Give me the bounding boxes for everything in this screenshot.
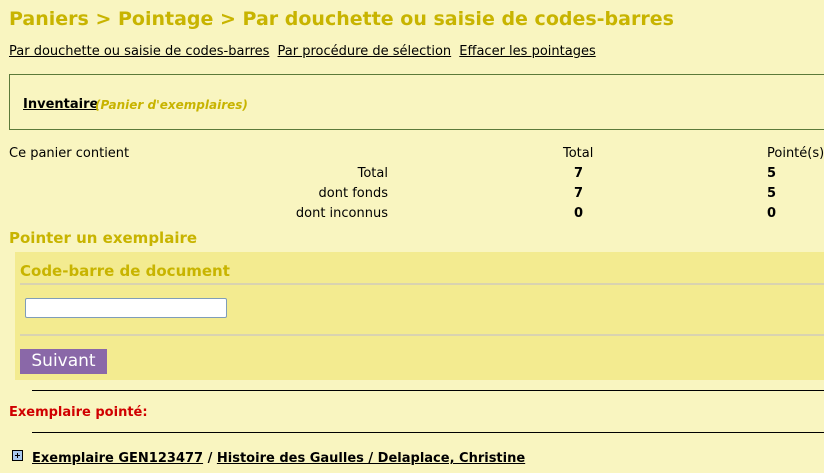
expand-plus-icon[interactable]	[12, 450, 23, 461]
pointer-section-title: Pointer un exemplaire	[9, 229, 198, 247]
link-effacer-pointages[interactable]: Effacer les pointages	[459, 44, 595, 59]
item-separator: /	[207, 451, 213, 466]
panier-name-link[interactable]: Inventaire	[23, 97, 98, 112]
stats-row-total: 7	[574, 186, 584, 201]
barcode-input[interactable]	[25, 298, 227, 318]
separator-line	[32, 390, 824, 391]
stats-header-pointes: Pointé(s)	[767, 146, 824, 161]
stats-row-pointes: 5	[767, 186, 777, 201]
stats-row-pointes: 5	[767, 166, 777, 181]
suivant-button[interactable]: Suivant	[20, 349, 107, 374]
separator-line	[32, 432, 824, 433]
stats-row-label: Total	[357, 166, 388, 181]
pointage-mode-links: Par douchette ou saisie de codes-barres …	[9, 44, 600, 59]
pointer-form: Code-barre de document Suivant	[15, 252, 824, 380]
notice-link[interactable]: Histoire des Gaulles / Delaplace, Christ…	[217, 451, 525, 466]
stats-row-total: 7	[574, 166, 584, 181]
page-title: Paniers > Pointage > Par douchette ou sa…	[9, 8, 674, 30]
item-link[interactable]: Exemplaire GEN123477	[32, 451, 203, 466]
stats-header-total: Total	[563, 146, 594, 161]
pointed-item-label: Exemplaire pointé:	[9, 405, 148, 420]
stats-row-total: 0	[574, 206, 584, 221]
stats-row-pointes: 0	[767, 206, 777, 221]
stats-row-label: dont fonds	[318, 186, 388, 201]
stats-intro: Ce panier contient	[9, 146, 130, 161]
panier-type: (Panier d'exemplaires)	[95, 98, 248, 112]
form-divider	[20, 283, 824, 285]
link-procedure-selection[interactable]: Par procédure de sélection	[278, 44, 452, 59]
link-douchette[interactable]: Par douchette ou saisie de codes-barres	[9, 44, 269, 59]
pointed-item-line: Exemplaire GEN123477 / Histoire des Gaul…	[32, 451, 525, 466]
panier-info-box: Inventaire (Panier d'exemplaires)	[9, 74, 824, 130]
form-divider	[20, 334, 824, 336]
barcode-field-legend: Code-barre de document	[20, 262, 230, 280]
stats-row-label: dont inconnus	[295, 206, 388, 221]
